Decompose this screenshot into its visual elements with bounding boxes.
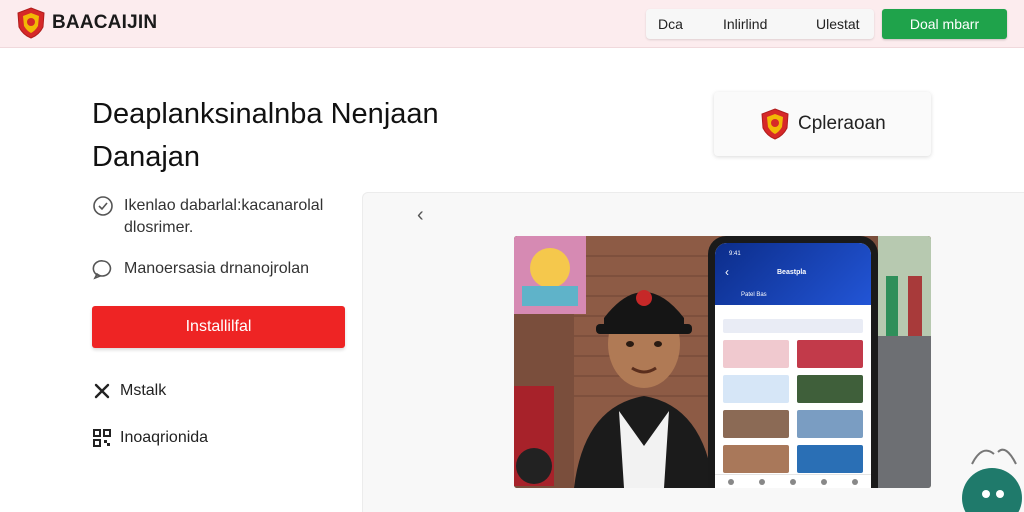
back-icon[interactable]: ‹ xyxy=(725,265,729,279)
feature-item-2: Manoersasia drnanojrolan xyxy=(92,258,362,280)
top-bar: BAACAIJIN Dca Inlirlind Ulestat Doal mba… xyxy=(0,0,1024,48)
nav-home-icon[interactable] xyxy=(727,478,734,485)
partner-card[interactable]: Cpleraoan xyxy=(714,92,931,156)
close-icon xyxy=(94,383,110,399)
chat-refresh-icon xyxy=(971,448,1017,465)
nav-item-2[interactable]: Inlirlind xyxy=(723,16,767,32)
phone-screen: 9:41 ‹ Beastpla Patel Bas xyxy=(715,243,871,488)
feature-text-2: Manoersasia drnanojrolan xyxy=(124,260,309,277)
media-tile[interactable] xyxy=(797,445,863,473)
app-subtitle: Patel Bas xyxy=(741,292,767,298)
media-tile[interactable] xyxy=(797,340,863,368)
link-label-1: Mstalk xyxy=(120,382,167,399)
media-tile[interactable] xyxy=(797,410,863,438)
nav-chat-icon[interactable] xyxy=(821,478,828,485)
grid-row xyxy=(723,410,863,438)
grid-row xyxy=(723,375,863,403)
nav-item-3[interactable]: Ulestat xyxy=(816,16,860,32)
phone-mockup: 9:41 ‹ Beastpla Patel Bas xyxy=(708,236,878,488)
brand-name[interactable]: BAACAIJIN xyxy=(52,12,157,34)
nav-item-1[interactable]: Dca xyxy=(658,16,683,32)
page-title: Deaplanksinalnba Nenjaan Danajan xyxy=(92,98,439,173)
chatbot-eye-icon xyxy=(982,490,990,498)
qr-code-icon xyxy=(93,429,111,447)
chevron-left-icon[interactable]: ‹ xyxy=(417,204,424,227)
grid-row xyxy=(723,319,863,333)
link-item-1[interactable]: Mstalk xyxy=(92,381,166,401)
nav-profile-icon[interactable] xyxy=(852,478,859,485)
status-time: 9:41 xyxy=(729,251,741,257)
feature-text-1: Ikenlao dabarlal:kacanarolal dlosrimer. xyxy=(124,197,324,236)
media-tile[interactable] xyxy=(797,375,863,403)
download-button[interactable]: Doal mbarr xyxy=(882,9,1007,39)
brand-logo-icon[interactable] xyxy=(16,7,46,39)
media-tile[interactable] xyxy=(723,340,789,368)
media-tile[interactable] xyxy=(723,410,789,438)
grid-row xyxy=(723,445,863,473)
link-item-2[interactable]: Inoaqrionida xyxy=(92,428,208,448)
grid-row xyxy=(723,340,863,368)
chat-row[interactable] xyxy=(723,319,863,333)
install-button[interactable]: Installilfal xyxy=(92,306,345,348)
link-label-2: Inoaqrionida xyxy=(120,429,209,446)
app-header: 9:41 ‹ Beastpla Patel Bas xyxy=(715,243,871,305)
nav-search-icon[interactable] xyxy=(758,478,765,485)
chat-bubble-icon xyxy=(92,260,112,280)
main-nav: Dca Inlirlind Ulestat xyxy=(646,9,874,39)
media-tile[interactable] xyxy=(723,445,789,473)
content-grid xyxy=(723,319,863,480)
feature-item-1: Ikenlao dabarlal:kacanarolal dlosrimer. xyxy=(92,195,362,239)
app-title: Beastpla xyxy=(777,269,807,276)
partner-label: Cpleraoan xyxy=(798,113,886,134)
partner-logo-icon xyxy=(761,108,789,140)
check-circle-icon xyxy=(93,196,113,216)
nav-add-icon[interactable] xyxy=(789,478,796,485)
chatbot-eye-icon xyxy=(996,490,1004,498)
media-tile[interactable] xyxy=(723,375,789,403)
app-bottom-nav xyxy=(715,474,871,488)
